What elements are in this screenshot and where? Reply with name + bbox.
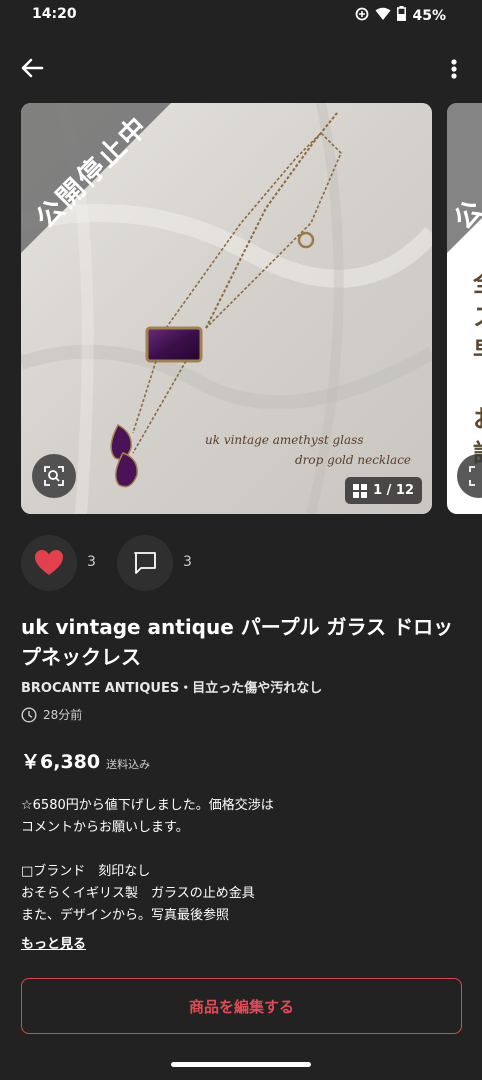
image-search-button[interactable] <box>32 454 76 498</box>
top-app-bar <box>0 50 482 86</box>
next-text-3: 早 <box>473 331 482 366</box>
photo-caption-line1: uk vintage amethyst glass <box>205 433 364 447</box>
price: ￥6,380 <box>21 751 101 773</box>
status-time: 14:20 <box>32 6 77 22</box>
data-saver-icon <box>355 7 369 25</box>
more-options-button[interactable] <box>444 54 464 82</box>
image-gallery[interactable]: 公開停止中 uk vintage amethyst glass drop gol… <box>0 103 482 515</box>
status-icons: 45% <box>355 6 446 25</box>
shop-and-condition: BROCANTE ANTIQUES・目立った傷や汚れなし <box>21 681 323 696</box>
price-row: ￥6,380 送料込み <box>21 747 150 774</box>
action-row: 3 3 <box>21 535 461 591</box>
next-text-1: 全 <box>473 263 482 298</box>
back-arrow-icon <box>21 58 44 78</box>
comment-count: 3 <box>183 554 192 570</box>
shipping-label: 送料込み <box>106 758 151 771</box>
product-photo[interactable]: 公開停止中 uk vintage amethyst glass drop gol… <box>21 103 432 514</box>
lens-search-icon <box>44 466 64 486</box>
clock-icon <box>21 706 37 723</box>
grid-icon <box>353 483 368 498</box>
battery-icon <box>397 6 407 25</box>
battery-percent: 45% <box>412 7 446 24</box>
comment-icon <box>134 552 156 574</box>
next-text-2: ス <box>473 297 482 332</box>
image-counter-text: 1 / 12 <box>373 483 414 498</box>
heart-icon <box>35 550 63 575</box>
back-button[interactable] <box>18 54 46 82</box>
like-count: 3 <box>87 554 96 570</box>
edit-item-button[interactable]: 商品を編集する <box>21 978 462 1034</box>
status-bar: 14:20 45% <box>0 0 482 32</box>
next-text-5: お <box>473 399 482 434</box>
photo-caption-line2: drop gold necklace <box>295 453 412 467</box>
comment-button[interactable] <box>117 535 173 591</box>
show-more-link[interactable]: もっと見る <box>21 933 86 952</box>
item-title: uk vintage antique パープル ガラス ドロップネックレス <box>21 615 454 669</box>
next-photo-peek[interactable]: 公 全 ス 早 お 話 <box>447 103 482 514</box>
like-button[interactable] <box>21 535 77 591</box>
more-vert-icon <box>451 59 457 79</box>
image-counter: 1 / 12 <box>345 477 422 504</box>
item-description: ☆6580円から値下げしました。価格交渉は コメントからお願いします。 □ブラン… <box>21 798 274 923</box>
posted-time-text: 28分前 <box>43 708 83 722</box>
posted-time: 28分前 <box>21 706 82 723</box>
wifi-icon <box>375 7 391 25</box>
lens-search-icon <box>469 466 475 486</box>
home-indicator[interactable] <box>171 1062 311 1067</box>
